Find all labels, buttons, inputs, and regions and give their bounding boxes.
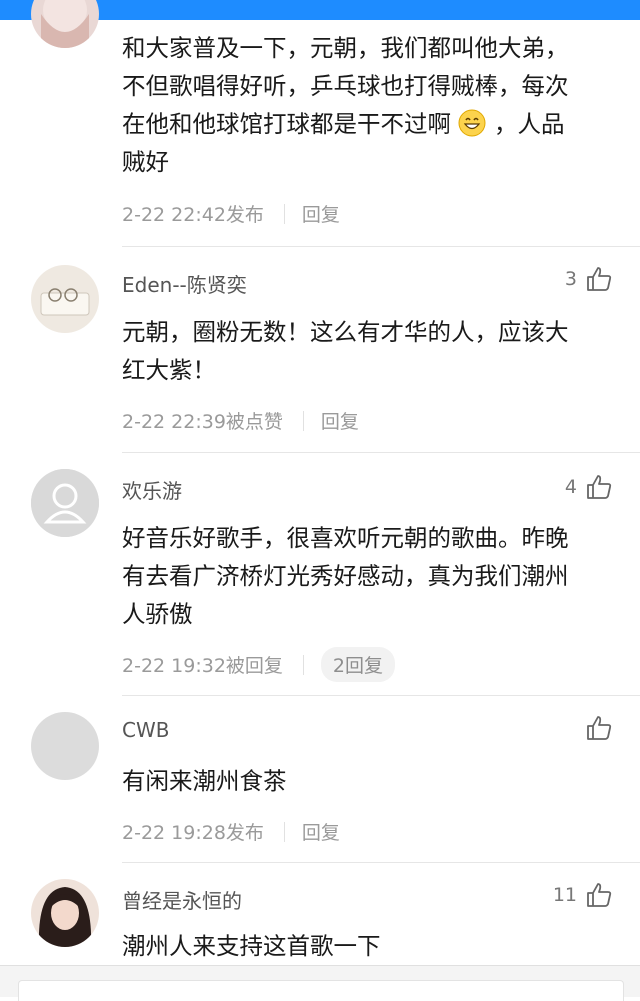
- comment-timestamp: 2-22 19:28发布: [122, 822, 264, 844]
- avatar[interactable]: [31, 0, 99, 48]
- comment-meta: 2-22 19:32被回复 2回复: [122, 647, 396, 682]
- comment-timestamp: 2-22 19:32被回复: [122, 655, 283, 677]
- comment-text: 有闲来潮州食茶: [122, 767, 287, 795]
- meta-divider: [283, 203, 285, 224]
- comment-input-bar: [0, 965, 640, 1001]
- comment-divider: [122, 695, 640, 696]
- like-button[interactable]: 3: [565, 265, 613, 293]
- comment-meta: 2-22 19:28发布 回复: [122, 818, 340, 845]
- username[interactable]: Eden--陈贤奕: [122, 269, 247, 298]
- comment-text: 和大家普及一下，元朝，我们都叫他大弟， 不但歌唱得好听，乒乓球也打得贼棒，每次 …: [122, 34, 569, 176]
- reply-button[interactable]: 回复: [321, 407, 359, 434]
- like-count: 3: [564, 268, 577, 290]
- reply-button[interactable]: 回复: [302, 200, 340, 227]
- thumbs-up-icon: [587, 883, 612, 907]
- comment-text: 元朝，圈粉无数！这么有才华的人，应该大 红大紫！: [122, 318, 569, 384]
- username[interactable]: 曾经是永恒的: [122, 885, 242, 914]
- meta-divider: [302, 654, 304, 675]
- like-button[interactable]: 4: [565, 473, 613, 501]
- comment-timestamp: 2-22 22:42发布: [122, 204, 264, 226]
- comment-text: 好音乐好歌手，很喜欢听元朝的歌曲。昨晚 有去看广济桥灯光秀好感动，真为我们潮州 …: [122, 524, 569, 628]
- comment-divider: [122, 246, 640, 247]
- like-button[interactable]: 11: [553, 881, 613, 909]
- meta-divider: [283, 821, 285, 842]
- comment-text: 潮州人来支持这首歌一下: [122, 932, 381, 960]
- meta-divider: [302, 410, 304, 431]
- thumbs-up-icon: [587, 267, 612, 291]
- comment-timestamp: 2-22 22:39被点赞: [122, 411, 283, 433]
- thumbs-up-icon: [587, 716, 612, 740]
- username[interactable]: CWB: [122, 718, 169, 742]
- avatar[interactable]: [31, 469, 99, 537]
- reply-count-button[interactable]: 2回复: [320, 647, 396, 682]
- comment-meta: 2-22 22:39被点赞 回复: [122, 407, 359, 434]
- like-button[interactable]: [577, 714, 613, 742]
- grinning-face-emoji-icon: [458, 109, 486, 137]
- like-count: 4: [564, 476, 577, 498]
- avatar[interactable]: [31, 265, 99, 333]
- avatar[interactable]: [31, 712, 99, 780]
- thumbs-up-icon: [587, 475, 612, 499]
- comment-divider: [122, 862, 640, 863]
- username[interactable]: 欢乐游: [122, 475, 182, 504]
- avatar[interactable]: [31, 879, 99, 947]
- like-count: 11: [552, 884, 577, 906]
- comment-divider: [122, 452, 640, 453]
- comment-meta: 2-22 22:42发布 回复: [122, 200, 340, 227]
- comment-input[interactable]: [18, 980, 624, 1001]
- reply-button[interactable]: 回复: [302, 818, 340, 845]
